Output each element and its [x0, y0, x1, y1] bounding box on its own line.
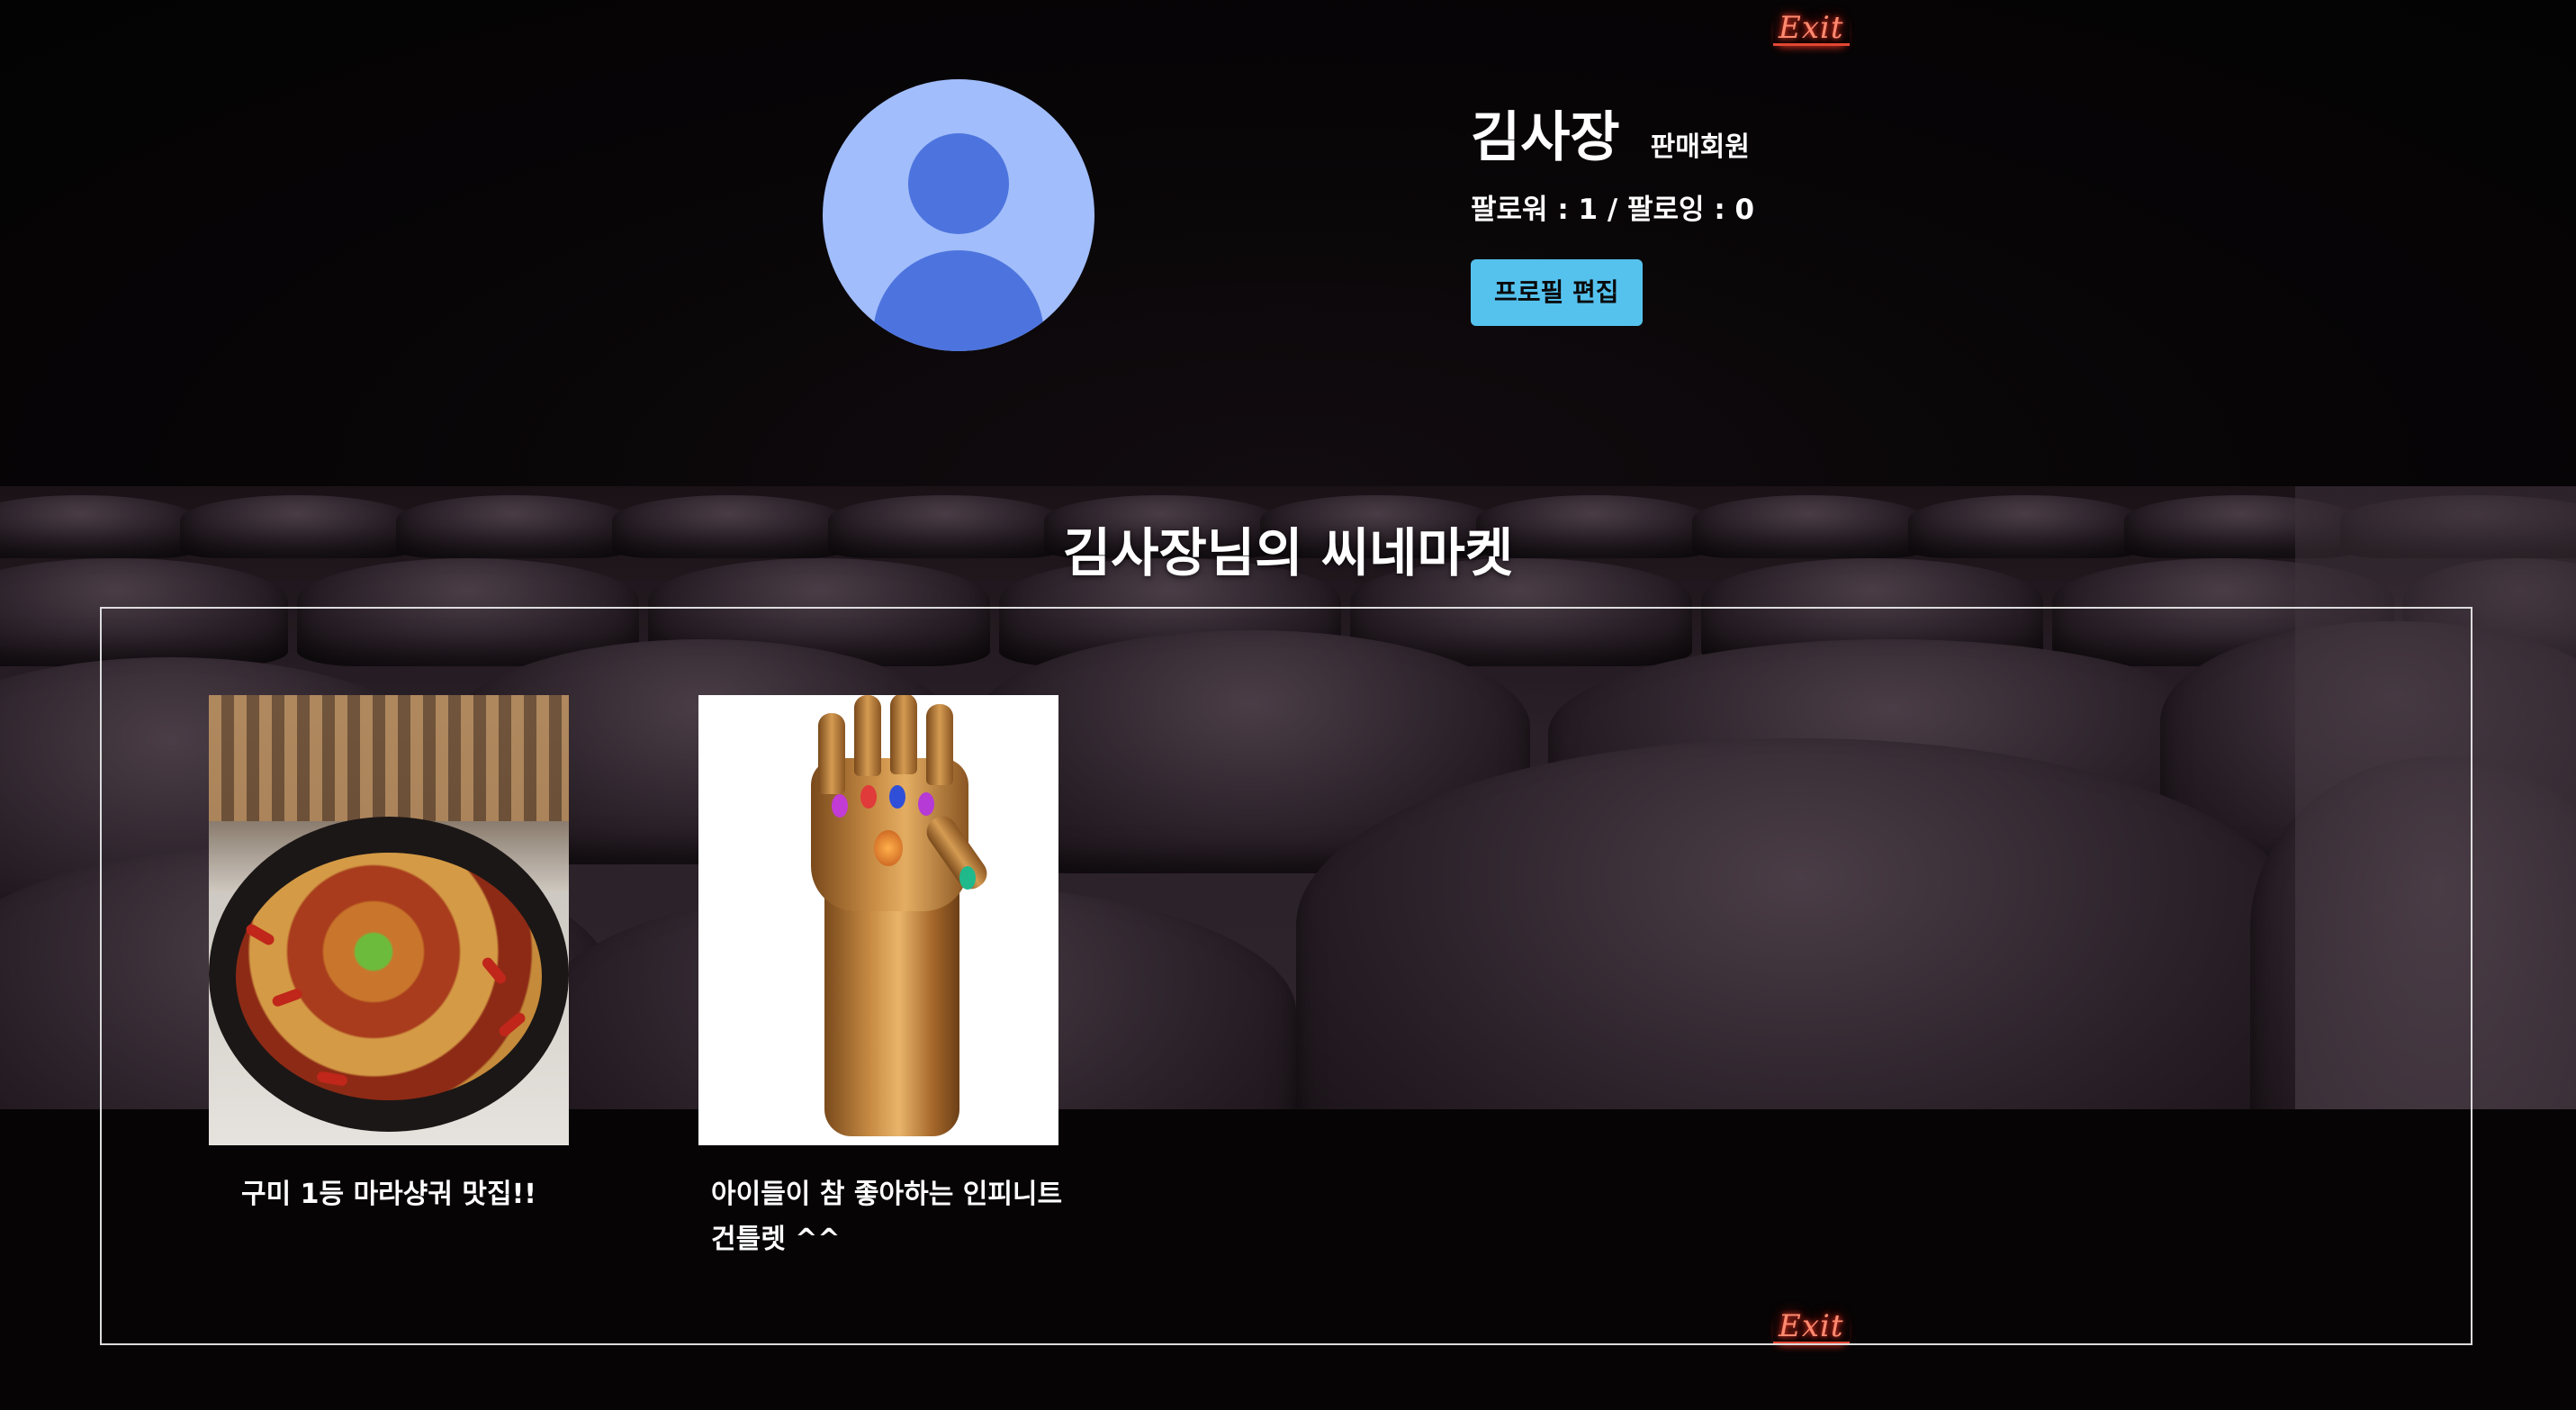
member-type-badge: 판매회원: [1650, 131, 1751, 163]
gem: [889, 785, 905, 809]
market-title: 김사장님의 씨네마켓: [1062, 522, 1514, 583]
gem: [860, 785, 877, 809]
profile-info: 김사장 판매회원 팔로워 : 1 / 팔로잉 : 0 프로필 편집: [1471, 99, 1754, 326]
product-title[interactable]: 구미 1등 마라샹궈 맛집!!: [209, 1172, 569, 1217]
user-icon-body: [873, 250, 1044, 351]
product-image[interactable]: [209, 695, 569, 1145]
gem: [959, 866, 976, 890]
gem-center: [874, 830, 903, 866]
gauntlet-finger: [818, 713, 845, 794]
product-image[interactable]: [698, 695, 1058, 1145]
edit-profile-button[interactable]: 프로필 편집: [1471, 259, 1643, 326]
product-card[interactable]: 구미 1등 마라샹궈 맛집!!: [209, 695, 569, 1217]
product-card[interactable]: 아이들이 참 좋아하는 인피니트 건틀렛 ^^: [698, 695, 1062, 1262]
exit-sign: Exit: [1773, 13, 1850, 46]
gauntlet-finger: [890, 695, 917, 774]
avatar: [823, 79, 1094, 351]
user-name: 김사장: [1471, 106, 1620, 169]
gauntlet-finger: [854, 695, 881, 776]
gauntlet-finger: [926, 704, 953, 785]
follow-stats[interactable]: 팔로워 : 1 / 팔로잉 : 0: [1471, 191, 1754, 229]
profile-page: Exit Exit 김사장 판매회원 팔로워 : 1 / 팔로잉 : 0 프로필…: [0, 0, 2576, 1410]
name-row: 김사장 판매회원: [1471, 99, 1754, 176]
background-dark-top: [0, 0, 2576, 486]
food-photo-background: [209, 695, 569, 830]
gem: [918, 792, 934, 816]
product-title[interactable]: 아이들이 참 좋아하는 인피니트 건틀렛 ^^: [698, 1172, 1089, 1262]
gem: [832, 794, 848, 818]
user-icon: [908, 133, 1009, 234]
